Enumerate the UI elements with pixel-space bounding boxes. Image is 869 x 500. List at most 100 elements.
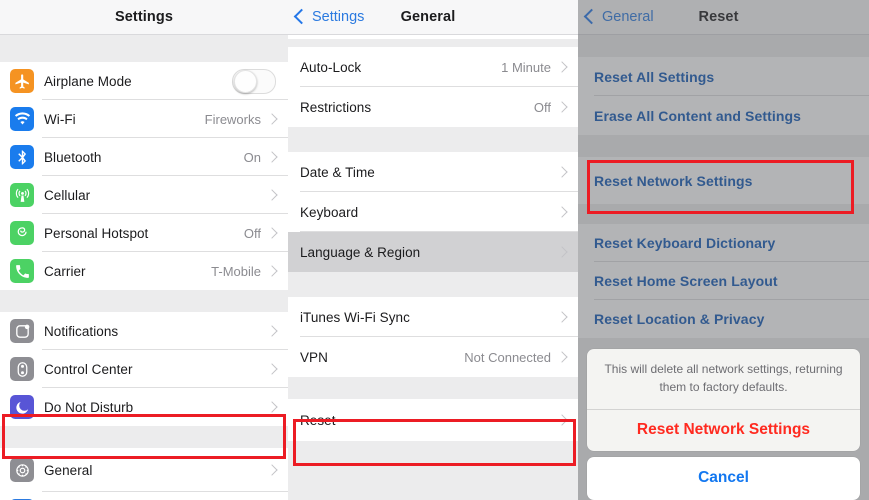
general-row-date-time[interactable]: Date & Time (288, 152, 578, 192)
settings-row-display-brightness[interactable]: AA Display & Brightness (0, 492, 288, 500)
reset-group-misc: Reset Keyboard Dictionary Reset Home Scr… (578, 224, 869, 338)
back-button-general[interactable]: General (583, 8, 654, 25)
general-row-auto-lock[interactable]: Auto-Lock 1 Minute (288, 47, 578, 87)
chevron-right-icon (266, 363, 278, 375)
airplane-icon (10, 69, 34, 93)
three-panel-screenshot: Settings Airplane Mode Wi-Fi Fireworks B… (0, 0, 869, 500)
row-value: 1 Minute (501, 59, 551, 75)
list-gap (578, 35, 869, 57)
settings-row-wifi[interactable]: Wi-Fi Fireworks (0, 100, 288, 138)
row-label: Auto-Lock (300, 59, 362, 75)
general-row-language-region[interactable]: Language & Region (288, 232, 578, 272)
chevron-right-icon (556, 351, 568, 363)
list-gap (288, 272, 578, 297)
settings-group-general: General AA Display & Brightness (0, 448, 288, 500)
row-label: iTunes Wi-Fi Sync (300, 309, 410, 325)
panel-general: Settings General Auto-Lock 1 Minute Rest… (288, 0, 578, 500)
chevron-right-icon (266, 189, 278, 201)
row-value: On (243, 149, 261, 165)
row-label: Erase All Content and Settings (594, 107, 802, 124)
back-button-settings[interactable]: Settings (293, 8, 365, 25)
action-sheet-cancel-button[interactable]: Cancel (587, 457, 860, 500)
action-sheet-message: This will delete all network settings, r… (587, 349, 860, 410)
chevron-right-icon (266, 325, 278, 337)
settings-row-personal-hotspot[interactable]: Personal Hotspot Off (0, 214, 288, 252)
row-value: Off (533, 99, 551, 115)
settings-group-notifications: Notifications Control Center Do Not Dist… (0, 312, 288, 426)
general-group-reset: Reset (288, 399, 578, 441)
row-label: Wi-Fi (44, 111, 76, 127)
list-gap (0, 290, 288, 312)
settings-row-control-center[interactable]: Control Center (0, 350, 288, 388)
panel-reset: General Reset Reset All Settings Erase A… (578, 0, 869, 500)
settings-row-bluetooth[interactable]: Bluetooth On (0, 138, 288, 176)
row-label: General (44, 462, 93, 478)
row-value: Fireworks (204, 111, 261, 127)
general-row-reset[interactable]: Reset (288, 399, 578, 441)
settings-row-airplane-mode[interactable]: Airplane Mode (0, 62, 288, 100)
general-group-sync: iTunes Wi-Fi Sync VPN Not Connected (288, 297, 578, 377)
settings-row-general[interactable]: General (0, 448, 288, 492)
page-title: Settings (115, 9, 173, 25)
gear-icon (10, 458, 34, 482)
toggle-knob (234, 69, 257, 93)
row-label: Do Not Disturb (44, 399, 134, 415)
chevron-right-icon (266, 227, 278, 239)
settings-row-cellular[interactable]: Cellular (0, 176, 288, 214)
control-center-icon (10, 357, 34, 381)
general-row-itunes-wifi-sync[interactable]: iTunes Wi-Fi Sync (288, 297, 578, 337)
back-button-label: General (602, 9, 654, 25)
page-title: Reset (698, 9, 739, 25)
reset-row-reset-network-settings[interactable]: Reset Network Settings (578, 157, 869, 204)
row-label: Notifications (44, 323, 119, 339)
row-value: T-Mobile (211, 263, 261, 279)
settings-row-carrier[interactable]: Carrier T-Mobile (0, 252, 288, 290)
panel-settings: Settings Airplane Mode Wi-Fi Fireworks B… (0, 0, 288, 500)
chevron-right-icon (556, 311, 568, 323)
chevron-right-icon (556, 61, 568, 73)
airplane-mode-toggle[interactable] (232, 68, 276, 94)
general-group-autolock: Auto-Lock 1 Minute Restrictions Off (288, 47, 578, 127)
list-gap (0, 35, 288, 62)
chevron-right-icon (266, 265, 278, 277)
back-button-label: Settings (312, 9, 365, 25)
list-gap (288, 39, 578, 47)
phone-icon (10, 259, 34, 283)
moon-icon (10, 395, 34, 419)
chevron-right-icon (266, 113, 278, 125)
row-label: Control Center (44, 361, 133, 377)
action-sheet-reset-network-settings-button[interactable]: Reset Network Settings (587, 410, 860, 451)
bluetooth-icon (10, 145, 34, 169)
settings-row-notifications[interactable]: Notifications (0, 312, 288, 350)
chevron-right-icon (556, 206, 568, 218)
row-label: VPN (300, 349, 328, 365)
reset-row-reset-home-screen-layout[interactable]: Reset Home Screen Layout (578, 262, 869, 300)
row-label: Bluetooth (44, 149, 102, 165)
row-label: Reset Network Settings (594, 172, 753, 189)
reset-row-reset-location-privacy[interactable]: Reset Location & Privacy (578, 300, 869, 338)
reset-navbar: General Reset (578, 0, 869, 35)
row-value: Off (243, 225, 261, 241)
reset-row-reset-all-settings[interactable]: Reset All Settings (578, 57, 869, 96)
chevron-left-icon (583, 8, 600, 25)
chevron-right-icon (556, 101, 568, 113)
row-label: Reset All Settings (594, 68, 715, 85)
list-gap (288, 127, 578, 152)
row-label: Restrictions (300, 99, 372, 115)
reset-row-erase-all-content[interactable]: Erase All Content and Settings (578, 96, 869, 135)
row-label: Reset (300, 412, 336, 428)
chevron-right-icon (266, 151, 278, 163)
reset-row-reset-keyboard-dictionary[interactable]: Reset Keyboard Dictionary (578, 224, 869, 262)
list-gap (0, 426, 288, 448)
general-row-keyboard[interactable]: Keyboard (288, 192, 578, 232)
settings-row-do-not-disturb[interactable]: Do Not Disturb (0, 388, 288, 426)
row-label: Cellular (44, 187, 91, 203)
general-row-vpn[interactable]: VPN Not Connected (288, 337, 578, 377)
chevron-right-icon (556, 414, 568, 426)
general-navbar: Settings General (288, 0, 578, 35)
row-label: Keyboard (300, 204, 359, 220)
list-gap (578, 135, 869, 157)
general-row-restrictions[interactable]: Restrictions Off (288, 87, 578, 127)
hotspot-icon (10, 221, 34, 245)
row-label: Personal Hotspot (44, 225, 149, 241)
